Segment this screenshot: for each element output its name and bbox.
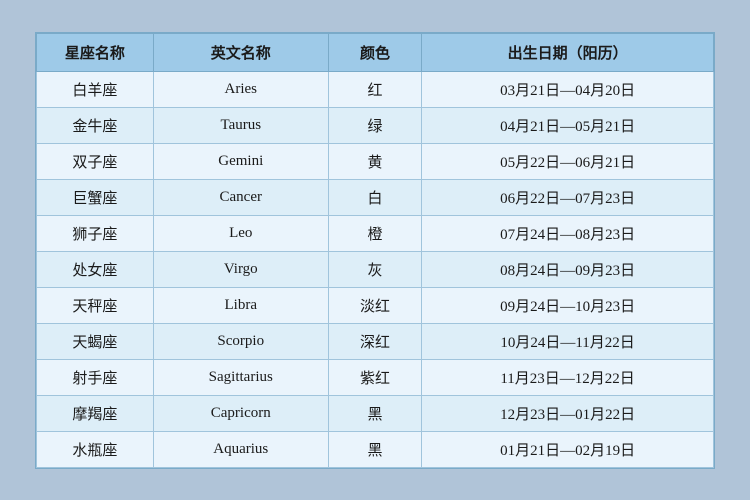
zodiac-table: 星座名称 英文名称 颜色 出生日期（阳历） 白羊座Aries红03月21日—04… <box>36 33 714 468</box>
header-date: 出生日期（阳历） <box>422 33 714 71</box>
table-row: 白羊座Aries红03月21日—04月20日 <box>37 71 714 107</box>
cell-english: Sagittarius <box>153 359 328 395</box>
cell-date: 05月22日—06月21日 <box>422 143 714 179</box>
cell-color: 紫红 <box>328 359 421 395</box>
cell-chinese: 射手座 <box>37 359 154 395</box>
cell-date: 07月24日—08月23日 <box>422 215 714 251</box>
cell-color: 灰 <box>328 251 421 287</box>
cell-date: 10月24日—11月22日 <box>422 323 714 359</box>
table-body: 白羊座Aries红03月21日—04月20日金牛座Taurus绿04月21日—0… <box>37 71 714 467</box>
table-row: 摩羯座Capricorn黑12月23日—01月22日 <box>37 395 714 431</box>
table-row: 水瓶座Aquarius黑01月21日—02月19日 <box>37 431 714 467</box>
cell-color: 淡红 <box>328 287 421 323</box>
cell-date: 06月22日—07月23日 <box>422 179 714 215</box>
cell-date: 08月24日—09月23日 <box>422 251 714 287</box>
cell-date: 04月21日—05月21日 <box>422 107 714 143</box>
cell-chinese: 水瓶座 <box>37 431 154 467</box>
cell-color: 绿 <box>328 107 421 143</box>
cell-color: 黄 <box>328 143 421 179</box>
cell-color: 橙 <box>328 215 421 251</box>
cell-english: Capricorn <box>153 395 328 431</box>
table-row: 天蝎座Scorpio深红10月24日—11月22日 <box>37 323 714 359</box>
cell-date: 09月24日—10月23日 <box>422 287 714 323</box>
cell-chinese: 巨蟹座 <box>37 179 154 215</box>
cell-date: 01月21日—02月19日 <box>422 431 714 467</box>
cell-chinese: 金牛座 <box>37 107 154 143</box>
cell-chinese: 双子座 <box>37 143 154 179</box>
table-row: 巨蟹座Cancer白06月22日—07月23日 <box>37 179 714 215</box>
table-row: 双子座Gemini黄05月22日—06月21日 <box>37 143 714 179</box>
zodiac-table-container: 星座名称 英文名称 颜色 出生日期（阳历） 白羊座Aries红03月21日—04… <box>35 32 715 469</box>
cell-english: Aquarius <box>153 431 328 467</box>
cell-english: Gemini <box>153 143 328 179</box>
cell-english: Scorpio <box>153 323 328 359</box>
table-row: 狮子座Leo橙07月24日—08月23日 <box>37 215 714 251</box>
table-row: 射手座Sagittarius紫红11月23日—12月22日 <box>37 359 714 395</box>
header-chinese: 星座名称 <box>37 33 154 71</box>
cell-date: 12月23日—01月22日 <box>422 395 714 431</box>
cell-chinese: 摩羯座 <box>37 395 154 431</box>
cell-english: Aries <box>153 71 328 107</box>
cell-chinese: 狮子座 <box>37 215 154 251</box>
cell-english: Leo <box>153 215 328 251</box>
cell-english: Taurus <box>153 107 328 143</box>
cell-english: Virgo <box>153 251 328 287</box>
table-row: 金牛座Taurus绿04月21日—05月21日 <box>37 107 714 143</box>
cell-color: 白 <box>328 179 421 215</box>
header-english: 英文名称 <box>153 33 328 71</box>
cell-english: Libra <box>153 287 328 323</box>
cell-chinese: 白羊座 <box>37 71 154 107</box>
cell-chinese: 天秤座 <box>37 287 154 323</box>
cell-date: 11月23日—12月22日 <box>422 359 714 395</box>
table-row: 天秤座Libra淡红09月24日—10月23日 <box>37 287 714 323</box>
cell-chinese: 处女座 <box>37 251 154 287</box>
cell-color: 深红 <box>328 323 421 359</box>
cell-color: 黑 <box>328 395 421 431</box>
header-color: 颜色 <box>328 33 421 71</box>
cell-english: Cancer <box>153 179 328 215</box>
table-header-row: 星座名称 英文名称 颜色 出生日期（阳历） <box>37 33 714 71</box>
cell-color: 黑 <box>328 431 421 467</box>
cell-chinese: 天蝎座 <box>37 323 154 359</box>
cell-date: 03月21日—04月20日 <box>422 71 714 107</box>
table-row: 处女座Virgo灰08月24日—09月23日 <box>37 251 714 287</box>
cell-color: 红 <box>328 71 421 107</box>
